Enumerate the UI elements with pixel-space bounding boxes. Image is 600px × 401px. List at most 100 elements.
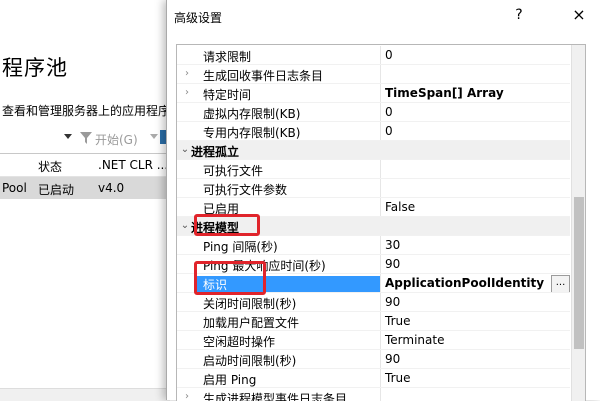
close-button[interactable]: × <box>566 5 592 27</box>
property-value[interactable]: 0 <box>380 122 571 141</box>
property-value[interactable]: 30 <box>380 236 571 255</box>
property-value[interactable]: 0 <box>380 46 571 65</box>
property-name: 专用内存限制(KB) <box>203 126 301 140</box>
highlight-process-model <box>194 214 260 236</box>
property-value-text: 0 <box>385 105 393 119</box>
property-name: 请求限制 <box>203 50 252 64</box>
property-value[interactable] <box>380 65 571 84</box>
chevron-down-icon[interactable] <box>150 134 158 139</box>
scrollbar-thumb[interactable] <box>574 197 584 349</box>
property-name: 启用 Ping <box>203 373 257 387</box>
property-value-text: 0 <box>385 124 393 138</box>
expand-icon[interactable]: ⌄ <box>179 144 191 156</box>
row-divider <box>177 387 570 388</box>
property-value[interactable]: TimeSpan[] Array <box>380 84 571 103</box>
property-row[interactable]: Ping 间隔(秒) 30 <box>177 236 570 255</box>
property-value-text: True <box>385 371 411 385</box>
row-divider <box>177 368 570 369</box>
property-value-text: 30 <box>385 238 401 252</box>
row-divider <box>177 254 570 255</box>
property-name: 空闲超时操作 <box>203 335 276 349</box>
property-value[interactable] <box>380 160 571 179</box>
row-divider <box>177 197 570 198</box>
property-value[interactable]: True <box>380 312 571 331</box>
property-value-text: Terminate <box>385 333 445 347</box>
row-divider <box>177 121 570 122</box>
property-value[interactable]: ApplicationPoolIdentity <box>380 274 571 293</box>
property-row[interactable]: 空闲超时操作 Terminate <box>177 331 570 350</box>
chevron-down-icon[interactable] <box>64 134 72 139</box>
property-row[interactable]: 可执行文件 <box>177 160 570 179</box>
horizontal-scrollbar[interactable] <box>0 388 170 401</box>
property-row[interactable]: 启用 Ping True <box>177 369 570 388</box>
row-divider <box>177 311 570 312</box>
start-button[interactable]: 开始(G) <box>95 131 138 148</box>
property-value[interactable]: True <box>380 369 571 388</box>
column-clr[interactable]: .NET CLR ... <box>98 158 168 172</box>
property-value-text: 90 <box>385 295 401 309</box>
property-name: 虚拟内存限制(KB) <box>203 107 301 121</box>
property-value[interactable]: 90 <box>380 255 571 274</box>
property-row[interactable]: 加载用户配置文件 True <box>177 312 570 331</box>
expand-icon[interactable]: › <box>181 87 193 99</box>
row-divider <box>177 140 570 141</box>
row-divider <box>177 349 570 350</box>
property-value-text: True <box>385 314 411 328</box>
table-row[interactable]: Pool 已启动 v4.0 <box>0 177 170 199</box>
vertical-scrollbar[interactable] <box>571 45 585 401</box>
dialog-title: 高级设置 <box>174 11 223 25</box>
filter-toolbar: 开始(G) <box>0 126 170 152</box>
property-name: 生成回收事件日志条目 <box>203 69 324 83</box>
property-row[interactable]: 虚拟内存限制(KB) 0 <box>177 103 570 122</box>
property-value[interactable]: 90 <box>380 293 571 312</box>
property-value-text: 90 <box>385 257 401 271</box>
expand-icon[interactable]: › <box>181 68 193 80</box>
property-value-text: 90 <box>385 352 401 366</box>
property-name: 可执行文件参数 <box>203 183 288 197</box>
help-button[interactable]: ? <box>507 7 531 27</box>
property-value[interactable] <box>380 388 571 401</box>
property-row[interactable]: 可执行文件参数 <box>177 179 570 198</box>
column-status[interactable]: 状态 <box>38 158 62 175</box>
property-name: 生成进程模型事件日志条目 <box>203 392 348 401</box>
property-row[interactable]: › 生成进程模型事件日志条目 <box>177 388 570 401</box>
property-row[interactable]: 专用内存限制(KB) 0 <box>177 122 570 141</box>
property-value[interactable]: Terminate <box>380 331 571 350</box>
category-row[interactable]: ⌄ 进程孤立 <box>177 141 570 160</box>
property-name: Ping 间隔(秒) <box>203 240 278 254</box>
property-value-text: ApplicationPoolIdentity <box>385 276 545 290</box>
property-row[interactable]: 启动时间限制(秒) 90 <box>177 350 570 369</box>
ellipsis-button[interactable]: ... <box>551 275 570 293</box>
property-row[interactable]: › 生成回收事件日志条目 <box>177 65 570 84</box>
filter-icon <box>80 132 92 144</box>
expand-icon[interactable]: ⌄ <box>179 220 191 232</box>
row-divider <box>177 83 570 84</box>
page-description: 查看和管理服务器上的应用程序 <box>2 104 171 118</box>
property-name: 关闭时间限制(秒) <box>203 297 297 311</box>
property-row[interactable]: 请求限制 0 <box>177 46 570 65</box>
row-divider <box>177 64 570 65</box>
property-value[interactable]: 90 <box>380 350 571 369</box>
property-value-text: 0 <box>385 48 393 62</box>
advanced-settings-dialog: 高级设置 ? × › 生成进程模型事件日志条目 启用 Ping True 启动时间限制(… <box>166 0 600 401</box>
property-value[interactable] <box>380 179 571 198</box>
pool-clr: v4.0 <box>98 181 125 195</box>
property-name: 进程孤立 <box>191 145 240 159</box>
property-value[interactable]: 0 <box>380 103 571 122</box>
property-row[interactable]: › 特定时间 TimeSpan[] Array <box>177 84 570 103</box>
pool-list-header: 状态 .NET CLR ... <box>0 153 170 177</box>
row-divider <box>177 178 570 179</box>
pool-name: Pool <box>2 181 27 195</box>
property-row[interactable]: 关闭时间限制(秒) 90 <box>177 293 570 312</box>
property-value[interactable]: False <box>380 198 571 217</box>
